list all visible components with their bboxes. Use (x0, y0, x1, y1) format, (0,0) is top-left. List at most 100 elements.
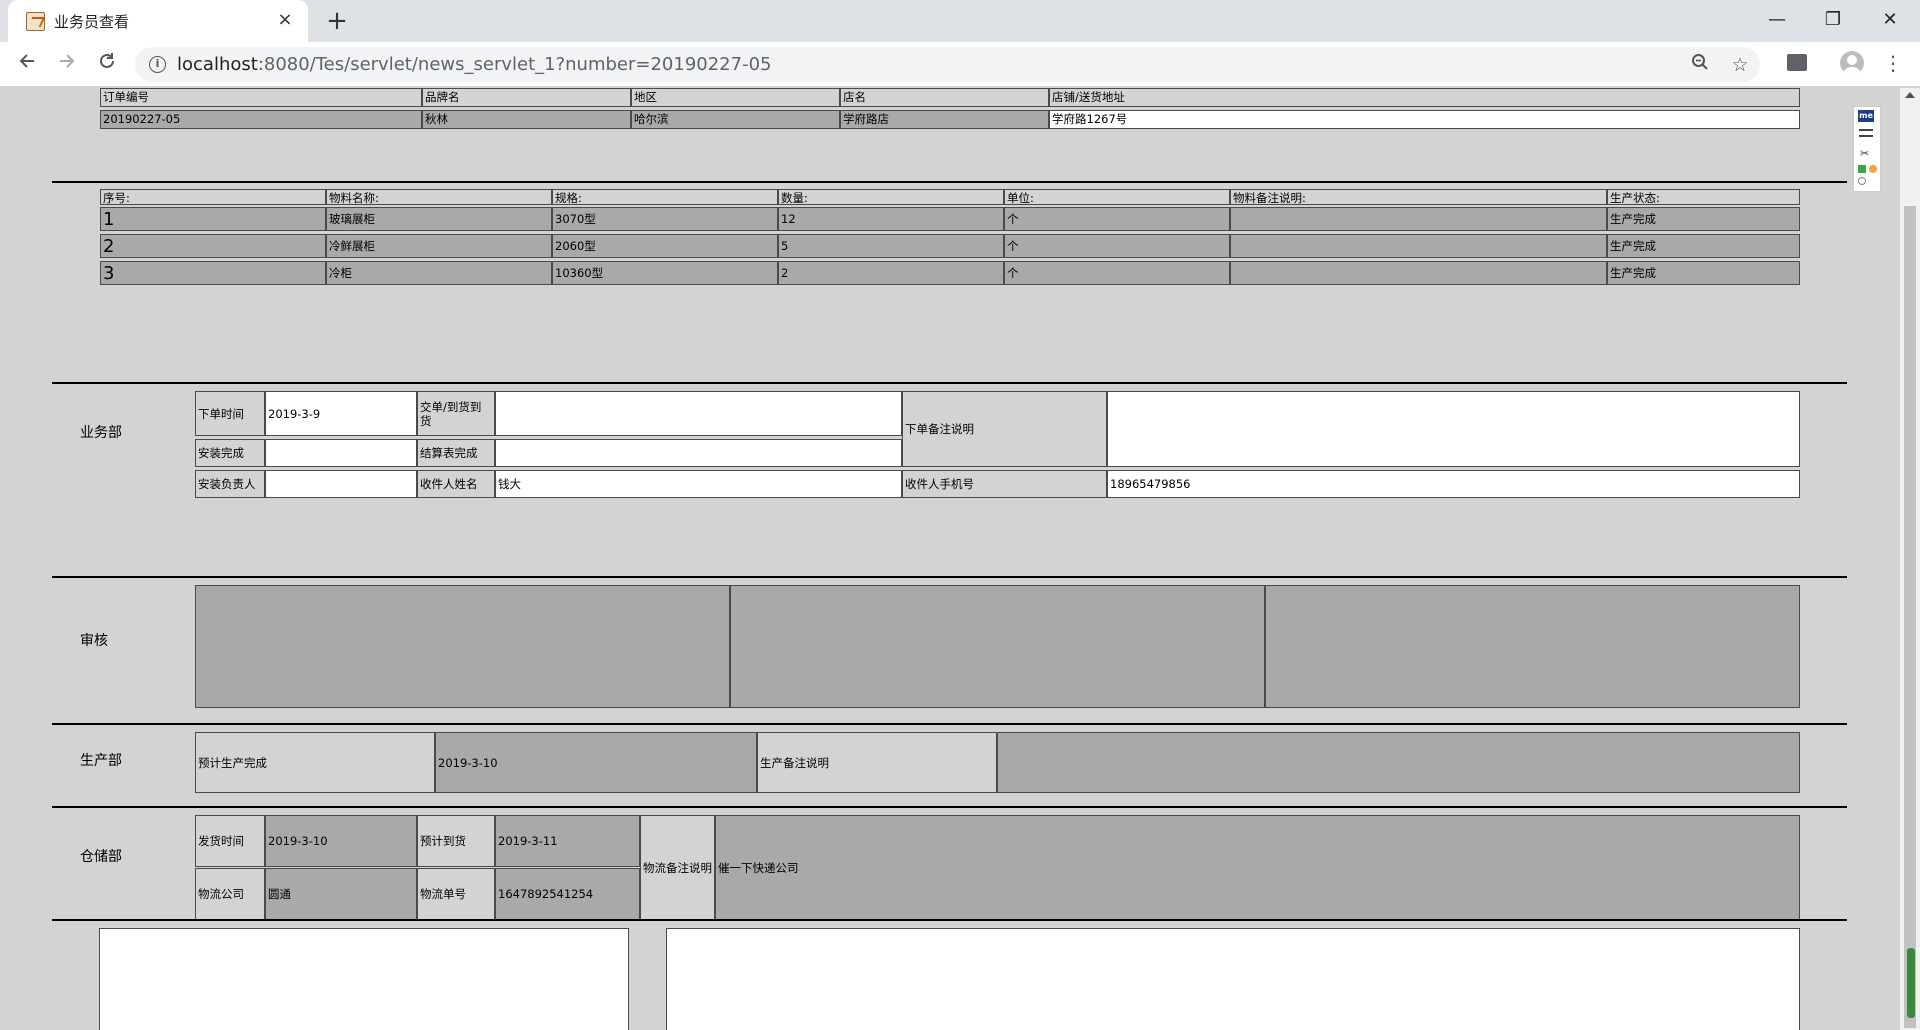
tab-title: 业务员查看 (54, 13, 130, 31)
installer-input[interactable] (265, 470, 417, 498)
orange-dot-icon[interactable] (1869, 165, 1877, 173)
logistics-remark-value: 催一下快递公司 (715, 815, 1800, 920)
divider (52, 919, 1847, 921)
restore-icon[interactable]: ❐ (1813, 6, 1853, 34)
star-icon[interactable]: ☆ (1727, 52, 1753, 78)
install-done-input[interactable] (265, 439, 417, 467)
active-tab[interactable]: 业务员查看 × (8, 0, 308, 42)
side-extension-panel[interactable]: me ✂ (1853, 106, 1881, 192)
order-address-input[interactable]: 学府路1267号 (1049, 110, 1800, 129)
table-row-2-qty: 5 (778, 234, 1004, 258)
divider (52, 723, 1847, 725)
table-row-1-name: 玻璃展柜 (326, 207, 552, 231)
minimize-icon[interactable]: — (1757, 6, 1797, 34)
dept-label-sales: 业务部 (80, 425, 122, 441)
new-tab-button[interactable]: + (322, 7, 352, 37)
deliver-input[interactable] (495, 391, 902, 436)
dept-label-warehouse: 仓储部 (80, 849, 122, 865)
avatar-icon[interactable] (1840, 51, 1864, 75)
materials-header-spec: 规格: (552, 189, 778, 205)
address-bar[interactable]: i localhost:8080/Tes/servlet/news_servle… (135, 47, 1760, 82)
table-row-2-index: 2 (100, 234, 326, 258)
divider (52, 806, 1847, 808)
table-row-3-spec: 10360型 (552, 261, 778, 285)
tracking-label: 物流单号 (417, 868, 495, 920)
page-content: 订单编号 品牌名 地区 店名 店铺/送货地址 20190227-05 秋林 哈尔… (0, 88, 1900, 1030)
order-remark-input[interactable] (1107, 391, 1800, 467)
settle-input[interactable] (495, 439, 902, 467)
forward-icon[interactable] (52, 50, 82, 80)
order-header-address: 店铺/送货地址 (1049, 88, 1800, 107)
company-value: 圆通 (265, 868, 417, 920)
table-row-2-status: 生产完成 (1607, 234, 1800, 258)
phone-input[interactable]: 18965479856 (1107, 470, 1800, 498)
scroll-indicator (1907, 948, 1915, 1018)
install-done-label: 安装完成 (195, 439, 265, 467)
table-row-2-unit: 个 (1004, 234, 1230, 258)
browser-toolbar: i localhost:8080/Tes/servlet/news_servle… (0, 42, 1920, 87)
expected-done-label: 预计生产完成 (195, 732, 435, 793)
table-row-1-status: 生产完成 (1607, 207, 1800, 231)
table-row-1-index: 1 (100, 207, 326, 231)
table-row-1-spec: 3070型 (552, 207, 778, 231)
audit-box-1 (195, 585, 730, 708)
ship-time-value: 2019-3-10 (265, 815, 417, 867)
order-header-region: 地区 (631, 88, 840, 107)
order-region-value: 哈尔滨 (631, 110, 840, 129)
materials-header-unit: 单位: (1004, 189, 1230, 205)
zoom-icon[interactable] (1687, 52, 1713, 78)
settle-label: 结算表完成 (417, 439, 495, 467)
order-store-value: 学府路店 (840, 110, 1049, 129)
divider (52, 576, 1847, 578)
order-info-table: 订单编号 品牌名 地区 店名 店铺/送货地址 20190227-05 秋林 哈尔… (100, 88, 1800, 131)
production-section: 预计生产完成 2019-3-10 生产备注说明 (195, 732, 1800, 793)
production-remark-label: 生产备注说明 (757, 732, 997, 793)
list-icon[interactable] (1859, 129, 1873, 137)
order-number-value: 20190227-05 (100, 110, 422, 129)
extension-badge[interactable]: me (1858, 110, 1874, 122)
tab-close-icon[interactable]: × (274, 9, 296, 31)
clock-icon[interactable] (1858, 177, 1866, 185)
order-time-input[interactable]: 2019-3-9 (265, 391, 417, 436)
table-row-1-unit: 个 (1004, 207, 1230, 231)
table-row-3-qty: 2 (778, 261, 1004, 285)
tracking-value: 1647892541254 (495, 868, 640, 920)
dept-label-production: 生产部 (80, 753, 122, 769)
audit-box-3 (1265, 585, 1800, 708)
more-vert-icon[interactable]: ⋮ (1883, 49, 1903, 77)
deliver-label: 交单/到货到货 (417, 391, 495, 436)
table-row-3-remark (1230, 261, 1607, 285)
materials-header-name: 物料名称: (326, 189, 552, 205)
order-header-brand: 品牌名 (422, 88, 631, 107)
green-square-icon[interactable] (1858, 165, 1866, 173)
divider (52, 181, 1847, 183)
divider (52, 382, 1847, 384)
bottom-textarea-left[interactable] (99, 928, 629, 1030)
extension-icon-box (1787, 54, 1807, 71)
table-row-3-index: 3 (100, 261, 326, 285)
scroll-up-icon[interactable] (1905, 92, 1915, 98)
ship-time-label: 发货时间 (195, 815, 265, 867)
order-header-number: 订单编号 (100, 88, 422, 107)
window-close-icon[interactable]: ✕ (1870, 6, 1910, 34)
url-text[interactable]: localhost:8080/Tes/servlet/news_servlet_… (177, 54, 771, 75)
eta-value: 2019-3-11 (495, 815, 640, 867)
sales-section: 下单时间 2019-3-9 交单/到货到货 下单备注说明 安装完成 结算表完成 … (195, 391, 1800, 501)
scrollbar-thumb[interactable] (1904, 206, 1916, 1028)
materials-header-qty: 数量: (778, 189, 1004, 205)
reload-icon[interactable] (92, 50, 122, 80)
table-row-3-status: 生产完成 (1607, 261, 1800, 285)
logistics-remark-label: 物流备注说明 (640, 815, 715, 920)
bottom-textarea-right[interactable] (666, 928, 1800, 1030)
materials-header-status: 生产状态: (1607, 189, 1800, 205)
vertical-scrollbar[interactable] (1900, 88, 1920, 1030)
phone-label: 收件人手机号 (902, 470, 1107, 498)
table-row-2-name: 冷鲜展柜 (326, 234, 552, 258)
back-icon[interactable] (12, 50, 42, 80)
info-icon[interactable]: i (149, 56, 166, 73)
recipient-input[interactable]: 钱大 (495, 470, 902, 498)
production-remark-value (997, 732, 1800, 793)
tab-strip: 业务员查看 × + — ❐ ✕ (0, 0, 1920, 42)
tools-icon[interactable]: ✂ (1860, 147, 1869, 160)
table-row-1-remark (1230, 207, 1607, 231)
